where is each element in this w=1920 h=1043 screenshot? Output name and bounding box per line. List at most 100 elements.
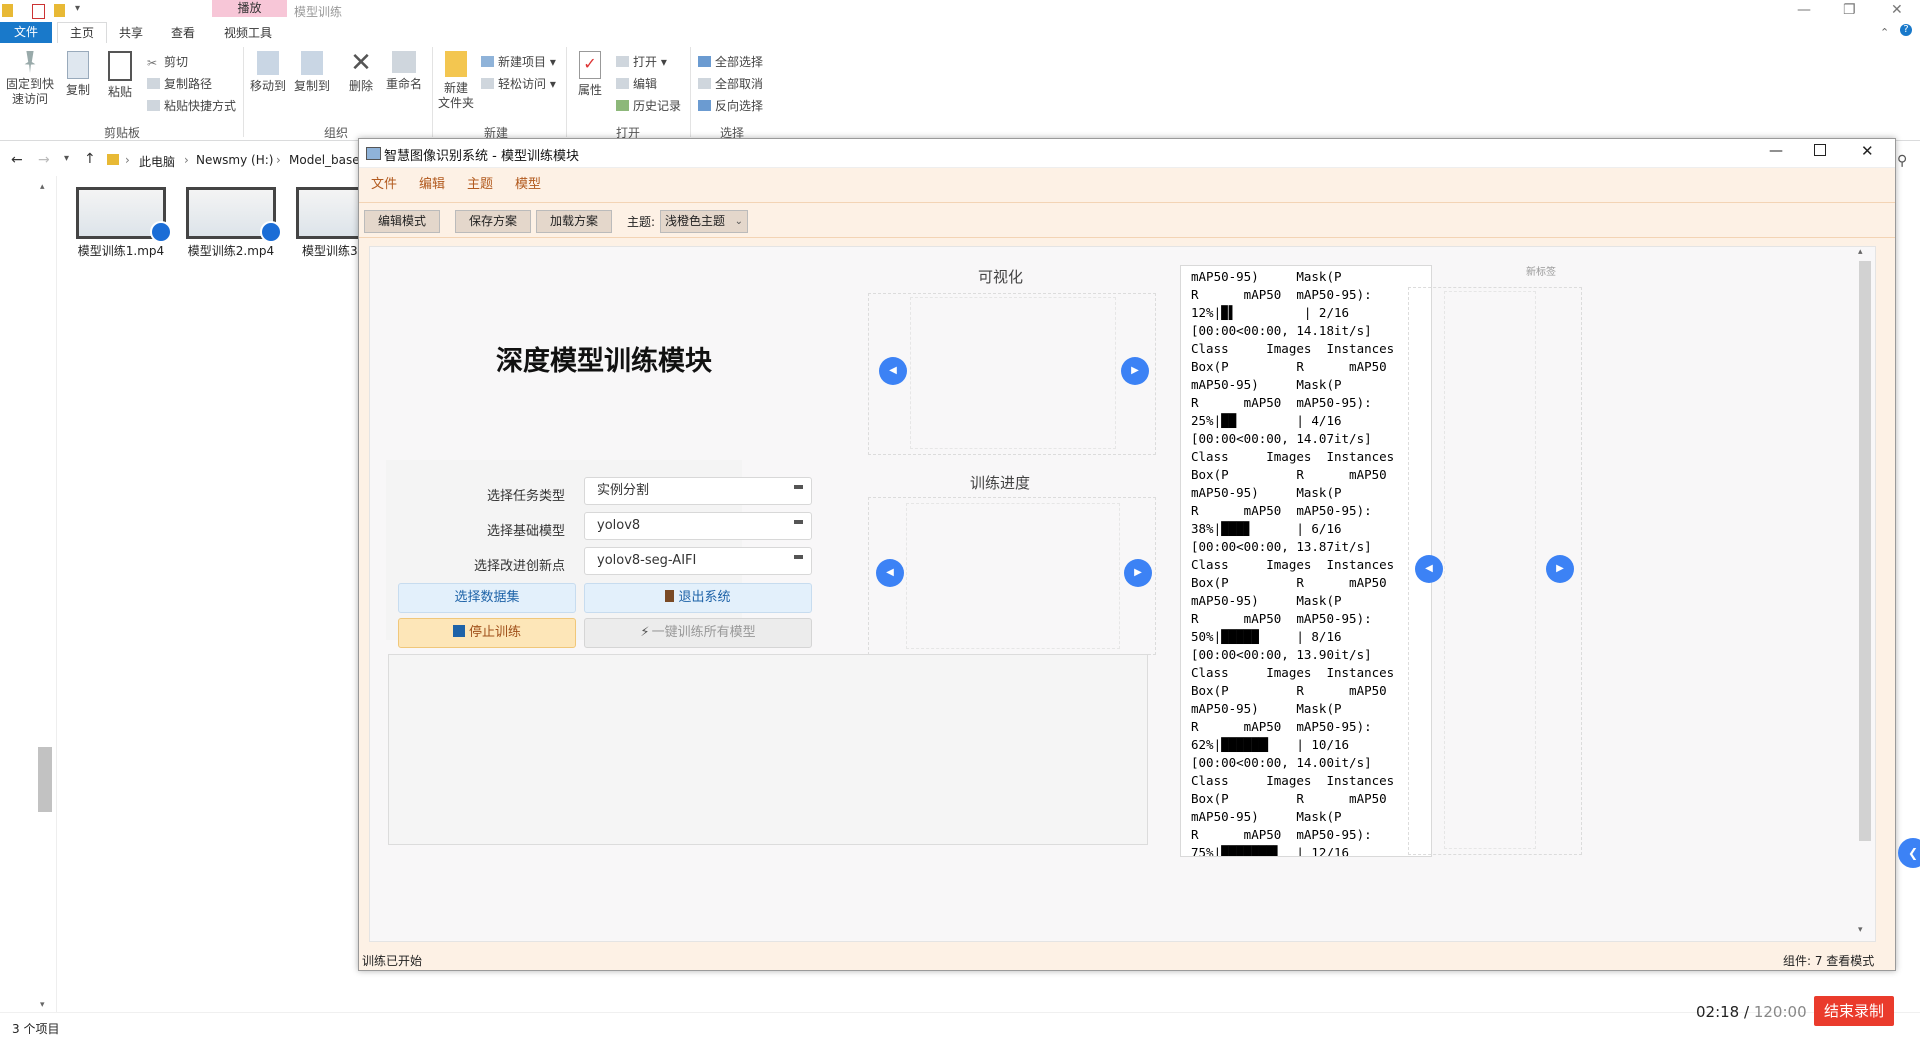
- prev-arrow-icon[interactable]: ◀: [876, 559, 904, 587]
- paste-icon: [108, 51, 132, 81]
- minimize-icon[interactable]: —: [1769, 143, 1783, 159]
- copy-icon: [67, 51, 89, 79]
- delete-icon: ✕: [350, 48, 372, 78]
- breadcrumb-folder[interactable]: Model_base: [289, 153, 360, 167]
- open-button[interactable]: 打开 ▾: [616, 53, 667, 70]
- scroll-down-icon[interactable]: ▾: [40, 1000, 45, 1010]
- explorer-title-bar: ▾ 播放 模型训练 — ❐ ✕: [0, 0, 1920, 22]
- move-to-button[interactable]: 移动到: [248, 51, 288, 94]
- minimize-icon[interactable]: —: [1797, 2, 1811, 18]
- dropdown-icon: [794, 555, 803, 559]
- next-arrow-icon[interactable]: ▶: [1124, 559, 1152, 587]
- new-item-button[interactable]: 新建项目 ▾: [481, 53, 556, 70]
- scroll-down-icon[interactable]: ▾: [1858, 925, 1863, 935]
- file-item[interactable]: 模型训练2.mp4: [186, 187, 286, 259]
- side-panel-toggle-icon[interactable]: ❮: [1898, 838, 1920, 868]
- exit-system-button[interactable]: 退出系统: [584, 583, 812, 613]
- next-arrow-icon[interactable]: ▶: [1121, 357, 1149, 385]
- scrollbar-thumb[interactable]: [38, 747, 52, 812]
- paste-button[interactable]: 粘贴: [100, 51, 140, 100]
- cut-button[interactable]: ✂ 剪切: [147, 53, 188, 70]
- prev-arrow-icon[interactable]: ◀: [1415, 555, 1443, 583]
- file-name: 模型训练1.mp4: [77, 244, 165, 258]
- delete-button[interactable]: ✕ 删除: [343, 48, 379, 94]
- search-icon[interactable]: ⚲: [1897, 153, 1907, 169]
- easy-access-icon: [481, 78, 494, 89]
- copy-path-button[interactable]: 复制路径: [147, 75, 212, 92]
- easy-access-button[interactable]: 轻松访问 ▾: [481, 75, 556, 92]
- new-folder-icon[interactable]: [54, 4, 65, 17]
- task-type-select[interactable]: 实例分割: [584, 477, 812, 505]
- training-log[interactable]: mAP50-95) Mask(P R mAP50 mAP50-95): 12%|…: [1180, 265, 1432, 857]
- menu-theme[interactable]: 主题: [467, 173, 493, 192]
- tab-video-tools[interactable]: 视频工具: [224, 24, 272, 41]
- breadcrumb-drive[interactable]: Newsmy (H:): [196, 153, 273, 167]
- edit-mode-button[interactable]: 编辑模式: [364, 210, 440, 233]
- address-bar[interactable]: ← → ▾ ↑ › 此电脑 › Newsmy (H:) › Model_base: [0, 150, 370, 174]
- paste-shortcut-button[interactable]: 粘贴快捷方式: [147, 97, 236, 114]
- next-arrow-icon[interactable]: ▶: [1546, 555, 1574, 583]
- prev-arrow-icon[interactable]: ◀: [879, 357, 907, 385]
- total-time: 120:00: [1753, 1003, 1807, 1021]
- copy-button[interactable]: 复制: [58, 51, 98, 98]
- copy-to-button[interactable]: 复制到: [292, 51, 332, 94]
- pin-quick-access-button[interactable]: 固定到快 速访问: [4, 51, 56, 107]
- new-tab-label: 新标签: [1526, 267, 1556, 278]
- rename-icon: [392, 51, 416, 73]
- scroll-up-icon[interactable]: ▴: [1858, 247, 1863, 257]
- edit-button[interactable]: 编辑: [616, 75, 657, 92]
- maximize-icon[interactable]: ❐: [1843, 2, 1856, 18]
- select-none-button[interactable]: 全部取消: [698, 75, 763, 92]
- theme-value: 浅橙色主题: [665, 214, 726, 228]
- recent-dropdown-icon[interactable]: ▾: [64, 153, 69, 164]
- base-model-label: 选择基础模型: [486, 524, 565, 539]
- file-item[interactable]: 模型训练1.mp4: [76, 187, 176, 259]
- stop-training-button[interactable]: 停止训练: [398, 618, 576, 648]
- close-icon[interactable]: ✕: [1861, 142, 1874, 160]
- tab-home[interactable]: 主页: [57, 22, 108, 43]
- quick-access-dropdown-icon[interactable]: ▾: [75, 3, 80, 14]
- history-button[interactable]: 历史记录: [616, 97, 681, 114]
- improvement-label: 选择改进创新点: [473, 559, 565, 574]
- chevron-right-icon: ›: [184, 153, 189, 167]
- tab-file[interactable]: 文件: [0, 22, 52, 43]
- up-arrow-icon[interactable]: ↑: [84, 151, 96, 167]
- forward-arrow-icon[interactable]: →: [38, 152, 50, 168]
- new-folder-button[interactable]: 新建 文件夹: [436, 51, 476, 111]
- close-icon[interactable]: ✕: [1891, 2, 1903, 18]
- file-item[interactable]: 模型训练3.: [296, 187, 364, 259]
- help-icon[interactable]: ?: [1900, 24, 1912, 36]
- app-status-bar: 训练已开始 组件: 7 查看模式: [359, 948, 1895, 970]
- back-arrow-icon[interactable]: ←: [11, 152, 23, 168]
- nav-scrollbar[interactable]: ▴ ▾: [38, 182, 52, 1012]
- edit-icon: [616, 78, 629, 89]
- menu-file[interactable]: 文件: [371, 173, 397, 192]
- select-all-button[interactable]: 全部选择: [698, 53, 763, 70]
- menu-edit[interactable]: 编辑: [419, 173, 445, 192]
- new-tab-canvas: [1444, 291, 1536, 849]
- select-dataset-button[interactable]: 选择数据集: [398, 583, 576, 613]
- breadcrumb-this-pc[interactable]: 此电脑: [139, 153, 175, 170]
- tab-share[interactable]: 共享: [119, 24, 143, 41]
- load-plan-button[interactable]: 加载方案: [536, 210, 612, 233]
- content-scrollbar-thumb[interactable]: [1859, 261, 1871, 841]
- invert-selection-button[interactable]: 反向选择: [698, 97, 763, 114]
- chevron-right-icon: ›: [125, 153, 130, 167]
- theme-select[interactable]: 浅橙色主题 ⌄: [660, 210, 748, 233]
- properties-icon[interactable]: [32, 4, 45, 19]
- train-all-button[interactable]: ⚡ 一键训练所有模型: [584, 618, 812, 648]
- save-plan-button[interactable]: 保存方案: [455, 210, 531, 233]
- stop-recording-button[interactable]: 结束录制: [1814, 996, 1894, 1026]
- properties-button[interactable]: ✓ 属性: [570, 51, 610, 98]
- context-tab-play[interactable]: 播放: [212, 0, 287, 17]
- collapse-ribbon-icon[interactable]: ⌃: [1880, 26, 1889, 39]
- menu-model[interactable]: 模型: [515, 173, 541, 192]
- improvement-select[interactable]: yolov8-seg-AIFI: [584, 547, 812, 575]
- rename-button[interactable]: 重命名: [382, 51, 426, 92]
- base-model-select[interactable]: yolov8: [584, 512, 812, 540]
- open-icon: [616, 56, 629, 67]
- scroll-up-icon[interactable]: ▴: [40, 182, 45, 192]
- maximize-icon[interactable]: [1814, 144, 1826, 156]
- file-name: 模型训练2.mp4: [187, 244, 275, 258]
- tab-view[interactable]: 查看: [171, 24, 195, 41]
